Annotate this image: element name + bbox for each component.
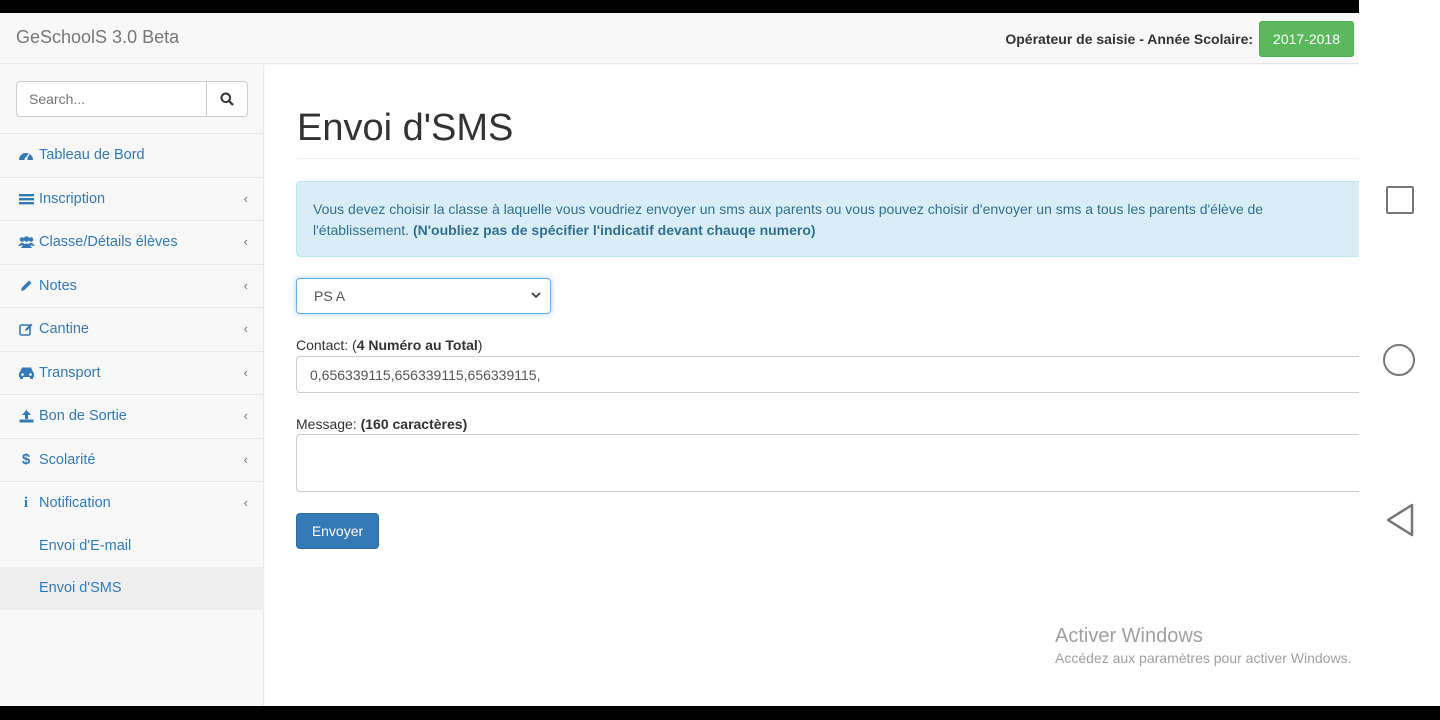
navbar-right: Opérateur de saisie - Année Scolaire: 20… bbox=[1005, 21, 1354, 57]
class-select[interactable]: PS A bbox=[296, 278, 551, 314]
chevron-left-icon: ‹ bbox=[243, 190, 248, 206]
chevron-left-icon: ‹ bbox=[243, 408, 248, 423]
sidebar-search bbox=[16, 81, 248, 117]
chevron-left-icon: ‹ bbox=[243, 234, 248, 249]
sidebar-item-label: Cantine bbox=[39, 321, 89, 338]
sidebar-item-tableau-de-bord[interactable]: Tableau de Bord bbox=[0, 133, 264, 177]
upload-icon bbox=[17, 409, 35, 423]
sidebar: Tableau de Bord Inscription ‹ Classe/Dét… bbox=[0, 65, 264, 706]
sidebar-menu: Tableau de Bord Inscription ‹ Classe/Dét… bbox=[0, 133, 264, 610]
page-header: Envoi d'SMS bbox=[297, 105, 1359, 159]
sidebar-item-transport[interactable]: Transport ‹ bbox=[0, 350, 264, 395]
search-input[interactable] bbox=[16, 81, 207, 117]
sidebar-item-label: Transport bbox=[39, 364, 101, 381]
chevron-left-icon: ‹ bbox=[243, 321, 248, 336]
contact-field[interactable]: 0,656339115,656339115,656339115, bbox=[296, 356, 1359, 393]
back-icon[interactable] bbox=[1384, 502, 1416, 538]
sidebar-subitem-envoi-sms[interactable]: Envoi d'SMS bbox=[0, 567, 264, 610]
sidebar-item-inscription[interactable]: Inscription ‹ bbox=[0, 176, 264, 221]
info-icon: i bbox=[23, 494, 29, 511]
app-brand[interactable]: GeSchoolS 3.0 Beta bbox=[16, 27, 179, 48]
sidebar-item-notes[interactable]: Notes ‹ bbox=[0, 263, 264, 308]
operator-label: Opérateur de saisie - Année Scolaire: bbox=[1005, 31, 1254, 47]
dollar-icon: $ bbox=[21, 451, 31, 469]
edit-icon bbox=[17, 322, 35, 337]
search-icon bbox=[220, 92, 234, 106]
sidebar-item-notification[interactable]: i Notification ‹ bbox=[0, 481, 264, 525]
main-content: Envoi d'SMS Vous devez choisir la classe… bbox=[265, 65, 1359, 706]
contact-value: 0,656339115,656339115,656339115, bbox=[310, 367, 541, 383]
chevron-left-icon: ‹ bbox=[243, 495, 248, 510]
list-icon bbox=[17, 192, 35, 206]
windows-activation-watermark: Activer Windows Accédez aux paramètres p… bbox=[1055, 625, 1351, 666]
sidebar-item-bon-de-sortie[interactable]: Bon de Sortie ‹ bbox=[0, 394, 264, 438]
message-label: Message: (160 caractères) bbox=[296, 416, 468, 432]
send-button[interactable]: Envoyer bbox=[296, 513, 379, 549]
sidebar-item-label: Notes bbox=[39, 277, 77, 294]
watermark-title: Activer Windows bbox=[1055, 625, 1203, 647]
top-navbar: GeSchoolS 3.0 Beta Opérateur de saisie -… bbox=[0, 13, 1359, 64]
car-icon bbox=[17, 366, 35, 380]
class-select-value: PS A bbox=[314, 288, 346, 304]
sidebar-item-label: Scolarité bbox=[39, 451, 96, 468]
chevron-left-icon: ‹ bbox=[243, 451, 248, 467]
chevron-left-icon: ‹ bbox=[243, 277, 248, 293]
sidebar-item-scolarite[interactable]: $ Scolarité ‹ bbox=[0, 437, 264, 482]
chevron-left-icon: ‹ bbox=[243, 364, 248, 380]
info-alert: Vous devez choisir la classe à laquelle … bbox=[296, 181, 1359, 257]
sidebar-item-classe-details[interactable]: Classe/Détails élèves ‹ bbox=[0, 220, 264, 264]
search-button[interactable] bbox=[207, 81, 248, 117]
school-year-badge[interactable]: 2017-2018 bbox=[1259, 21, 1354, 57]
browser-screen: GeSchoolS 3.0 Beta Opérateur de saisie -… bbox=[0, 13, 1359, 706]
recent-apps-icon[interactable] bbox=[1386, 186, 1414, 214]
sidebar-item-cantine[interactable]: Cantine ‹ bbox=[0, 307, 264, 351]
message-textarea[interactable] bbox=[296, 434, 1359, 492]
contact-count: 4 Numéro au Total bbox=[356, 337, 478, 353]
pencil-icon bbox=[17, 279, 35, 293]
bottom-bezel bbox=[0, 706, 1440, 720]
alert-bold-note: (N'oubliez pas de spécifier l'indicatif … bbox=[412, 222, 816, 238]
contact-label: Contact: (4 Numéro au Total) bbox=[296, 337, 483, 353]
sidebar-item-label: Notification bbox=[39, 495, 111, 512]
chevron-down-icon bbox=[531, 292, 541, 299]
dashboard-icon bbox=[17, 148, 35, 162]
watermark-subtitle: Accédez aux paramètres pour activer Wind… bbox=[1055, 650, 1352, 666]
sidebar-item-label: Inscription bbox=[39, 190, 106, 207]
sidebar-item-label: Classe/Détails élèves bbox=[39, 234, 178, 251]
page-title: Envoi d'SMS bbox=[297, 107, 514, 149]
sidebar-subitem-envoi-email[interactable]: Envoi d'E-mail bbox=[0, 525, 264, 568]
sidebar-item-label: Bon de Sortie bbox=[39, 408, 127, 425]
users-icon bbox=[17, 235, 35, 249]
message-limit: (160 caractères) bbox=[360, 416, 468, 432]
home-icon[interactable] bbox=[1383, 344, 1415, 376]
sidebar-item-label: Tableau de Bord bbox=[39, 147, 145, 164]
